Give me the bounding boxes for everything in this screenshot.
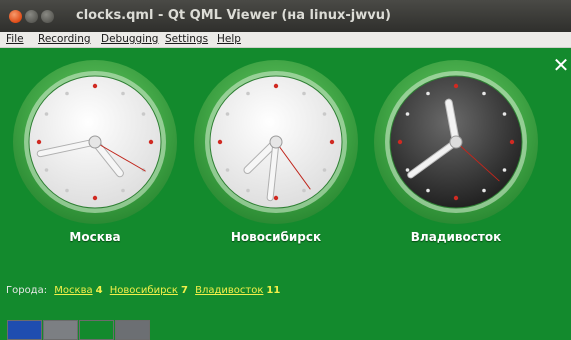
hour-dot [453, 83, 459, 89]
clock-label-vladivostok: Владивосток [410, 230, 502, 244]
hour-dot [273, 195, 279, 201]
city-bar: Города: Москва 4 Новосибирск 7 Владивосток… [6, 285, 280, 296]
window-maximize-button[interactable] [41, 10, 54, 23]
clock-novosibirsk [193, 59, 359, 225]
menu-debugging[interactable]: Debugging [101, 33, 158, 45]
hour-dot [397, 139, 403, 145]
center-cap [449, 135, 463, 149]
hour-dot [502, 168, 507, 172]
hour-dot [217, 139, 223, 145]
close-icon[interactable]: ✕ [552, 55, 570, 75]
menu-bar: File Recording Debugging Settings Help [0, 32, 571, 48]
hour-dot [502, 112, 507, 116]
clock-face-svg [194, 60, 358, 224]
hour-dot [509, 139, 515, 145]
city-hour-novosibirsk: 7 [180, 285, 188, 296]
hour-dot [322, 168, 327, 172]
hour-dot [44, 112, 49, 116]
city-hour-moscow: 4 [95, 285, 103, 296]
hour-dot [329, 139, 335, 145]
menu-settings[interactable]: Settings [165, 33, 208, 45]
hour-dot [141, 112, 146, 116]
menu-recording[interactable]: Recording [38, 33, 91, 45]
qml-viewer-window: clocks.qml - Qt QML Viewer (на linux-jwv… [0, 0, 571, 340]
city-hour-vladivostok: 11 [266, 285, 281, 296]
clock-label-novosibirsk: Новосибирск [230, 230, 322, 244]
window-title: clocks.qml - Qt QML Viewer (на linux-jwv… [76, 8, 391, 23]
clock-label-moscow: Москва [69, 230, 121, 244]
hour-dot [322, 112, 327, 116]
hour-dot [273, 83, 279, 89]
title-bar: clocks.qml - Qt QML Viewer (на linux-jwv… [0, 0, 571, 32]
hour-dot [246, 188, 250, 193]
swatch-dark-gray[interactable] [115, 320, 150, 340]
hour-dot [426, 91, 430, 96]
window-minimize-button[interactable] [25, 10, 38, 23]
city-bar-prefix: Города: [6, 285, 48, 296]
window-close-button[interactable] [9, 10, 22, 23]
hour-dot [405, 168, 410, 172]
hour-dot [65, 188, 69, 193]
menu-help[interactable]: Help [217, 33, 241, 45]
hour-dot [426, 188, 430, 193]
hour-dot [302, 188, 306, 193]
hour-dot [65, 91, 69, 96]
hour-dot [482, 188, 486, 193]
swatch-green[interactable] [79, 320, 114, 340]
hour-dot [405, 112, 410, 116]
clock-moscow [12, 59, 178, 225]
hour-dot [482, 91, 486, 96]
hour-dot [225, 112, 230, 116]
city-link-novosibirsk[interactable]: Новосибирск [110, 285, 178, 296]
hour-dot [121, 91, 125, 96]
hour-dot [36, 139, 42, 145]
center-cap [88, 135, 102, 149]
hour-dot [148, 139, 154, 145]
city-link-moscow[interactable]: Москва [54, 285, 92, 296]
hour-dot [246, 91, 250, 96]
swatch-blue[interactable] [7, 320, 42, 340]
hour-dot [92, 195, 98, 201]
clock-vladivostok [373, 59, 539, 225]
hour-dot [121, 188, 125, 193]
hour-dot [44, 168, 49, 172]
swatch-gray[interactable] [43, 320, 78, 340]
clock-face-svg [13, 60, 177, 224]
clock-face-svg [374, 60, 538, 224]
center-cap [269, 135, 283, 149]
city-link-vladivostok[interactable]: Владивосток [195, 285, 263, 296]
hour-dot [225, 168, 230, 172]
hour-dot [302, 91, 306, 96]
hour-dot [453, 195, 459, 201]
menu-file[interactable]: File [6, 33, 24, 45]
hour-dot [92, 83, 98, 89]
